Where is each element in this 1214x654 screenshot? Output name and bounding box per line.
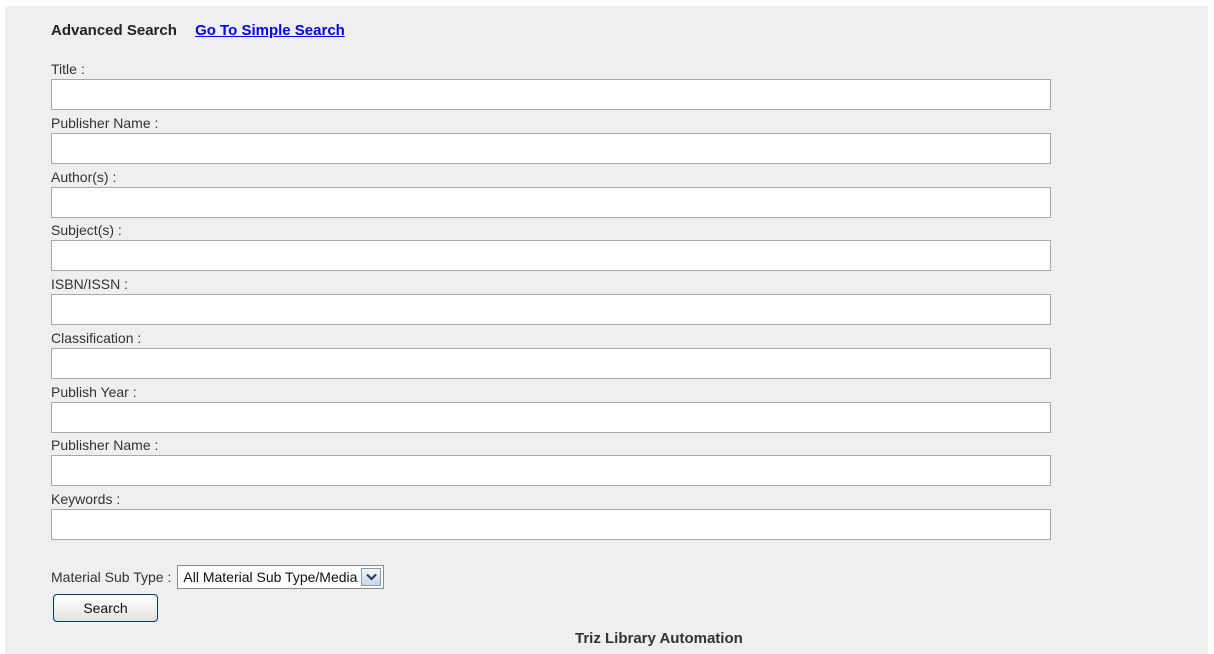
search-button[interactable]: Search <box>53 594 158 622</box>
isbn-issn-input[interactable] <box>51 294 1051 325</box>
title-field-group: Title : <box>51 60 1051 110</box>
authors-label: Author(s) : <box>51 169 117 185</box>
classification-input[interactable] <box>51 348 1051 379</box>
keywords-label: Keywords : <box>51 491 121 507</box>
classification-label: Classification : <box>51 330 142 346</box>
footer-text: Triz Library Automation <box>575 630 743 647</box>
isbn-issn-field-group: ISBN/ISSN : <box>51 275 1051 325</box>
publisher-name-label: Publisher Name : <box>51 115 159 131</box>
simple-search-link[interactable]: Go To Simple Search <box>195 22 345 39</box>
authors-field-group: Author(s) : <box>51 168 1051 218</box>
material-sub-type-row: Material Sub Type : All Material Sub Typ… <box>51 565 385 589</box>
subjects-input[interactable] <box>51 240 1051 271</box>
classification-field-group: Classification : <box>51 329 1051 379</box>
publish-year-field-group: Publish Year : <box>51 383 1051 433</box>
keywords-input[interactable] <box>51 509 1051 540</box>
publisher-name-2-field-group: Publisher Name : <box>51 436 1051 486</box>
keywords-field-group: Keywords : <box>51 490 1051 540</box>
subjects-field-group: Subject(s) : <box>51 221 1051 271</box>
page-title: Advanced Search <box>51 22 177 39</box>
subjects-label: Subject(s) : <box>51 222 122 238</box>
publisher-name-2-input[interactable] <box>51 455 1051 486</box>
publisher-name-input[interactable] <box>51 133 1051 164</box>
publish-year-input[interactable] <box>51 402 1051 433</box>
publisher-name-field-group: Publisher Name : <box>51 114 1051 164</box>
material-sub-type-select[interactable]: All Material Sub Type/Media <box>177 565 385 589</box>
chevron-down-icon[interactable] <box>361 568 382 586</box>
title-label: Title : <box>51 61 85 77</box>
publish-year-label: Publish Year : <box>51 384 137 400</box>
isbn-issn-label: ISBN/ISSN : <box>51 276 129 292</box>
title-input[interactable] <box>51 79 1051 110</box>
publisher-name-2-label: Publisher Name : <box>51 437 159 453</box>
authors-input[interactable] <box>51 187 1051 218</box>
search-header: Advanced Search Go To Simple Search <box>51 22 345 39</box>
material-sub-type-value: All Material Sub Type/Media <box>183 569 358 585</box>
material-sub-type-label: Material Sub Type : <box>51 569 172 585</box>
